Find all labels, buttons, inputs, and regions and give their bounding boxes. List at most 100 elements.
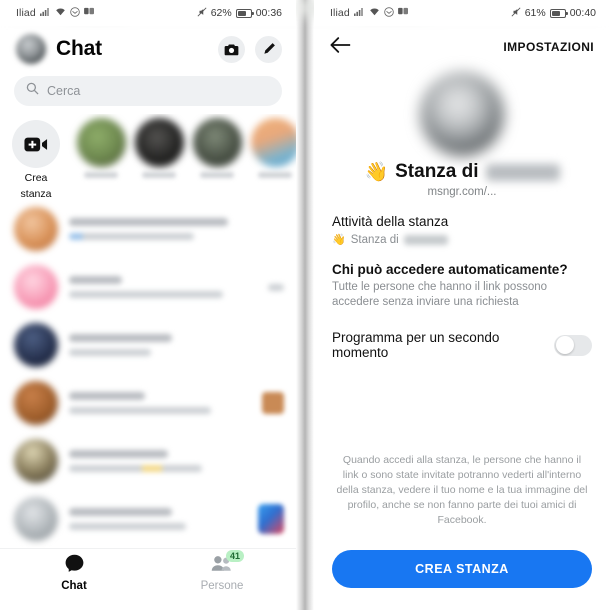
story-item[interactable]: [188, 118, 246, 178]
row-thumbnail: [258, 504, 284, 534]
avatar[interactable]: [16, 34, 46, 64]
right-status-bar: Iliad 61% 00:40: [314, 0, 610, 26]
mute-icon: [511, 7, 521, 20]
chat-header: Chat: [0, 26, 296, 70]
create-room-label-2: stanza: [20, 188, 52, 200]
access-title: Chi può accedere automaticamente?: [332, 262, 568, 277]
video-plus-icon: [12, 120, 60, 168]
create-room-cta-button[interactable]: CREA STANZA: [332, 550, 592, 588]
tab-chat[interactable]: Chat: [0, 554, 148, 592]
room-hero: 👋 Stanza di msngr.com/...: [314, 66, 610, 198]
room-url: msngr.com/...: [427, 186, 497, 198]
row-subtitle-blur: [69, 233, 194, 240]
row-subtitle-blur: [69, 465, 203, 472]
row-meta: [258, 504, 284, 534]
edit-pencil-icon: [262, 42, 276, 56]
story-name-blur: [200, 172, 234, 178]
dual-sim-icon: [83, 7, 95, 19]
table-row[interactable]: [0, 200, 296, 258]
room-host-avatar: [420, 72, 504, 156]
page-title: Chat: [56, 37, 102, 60]
row-subtitle-blur: [69, 291, 224, 298]
right-phone-screen: Iliad 61% 00:40 IMPOSTAZIONI 👋 Stanza di…: [314, 0, 610, 610]
message-icon: [384, 6, 394, 20]
avatar: [14, 265, 58, 309]
battery-percent: 62%: [210, 7, 232, 19]
mute-icon: [197, 7, 207, 20]
create-room-button[interactable]: Crea stanza: [0, 118, 72, 200]
status-left-group: Iliad: [330, 6, 409, 20]
avatar: [14, 381, 58, 425]
chat-list[interactable]: [0, 200, 296, 548]
row-title-blur: [69, 450, 168, 458]
battery-icon: [235, 8, 254, 18]
battery-percent: 61%: [524, 7, 546, 19]
screenshot-divider: [296, 0, 314, 610]
dual-sim-icon: [397, 7, 409, 19]
clock-label: 00:40: [569, 7, 596, 19]
privacy-disclaimer: Quando accedi alla stanza, le persone ch…: [336, 454, 588, 526]
schedule-toggle-switch[interactable]: [554, 334, 592, 356]
tab-people[interactable]: 41 Persone: [148, 549, 296, 592]
stories-row[interactable]: Crea stanza: [0, 114, 296, 200]
row-subtitle-blur: [69, 407, 211, 414]
new-message-button[interactable]: [255, 35, 282, 63]
tab-chat-label: Chat: [61, 579, 87, 592]
signal-icon: [353, 7, 365, 19]
avatar: [14, 323, 58, 367]
story-item[interactable]: [72, 118, 130, 178]
table-row[interactable]: [0, 374, 296, 432]
row-subtitle-blur: [69, 349, 151, 356]
settings-title: IMPOSTAZIONI: [503, 40, 594, 54]
bottom-tab-bar[interactable]: Chat 41 Persone: [0, 548, 296, 596]
avatar: [14, 439, 58, 483]
room-name: 👋 Stanza di: [364, 160, 560, 184]
search-icon: [26, 82, 39, 100]
create-room-cta-label: CREA STANZA: [415, 562, 509, 576]
chat-bubble-icon: [65, 554, 84, 577]
story-avatar-2: [134, 118, 184, 167]
left-phone-screen: Iliad 62% 00:36 Chat Cerca Crea stanza C…: [0, 0, 296, 610]
activity-title: Attività della stanza: [332, 214, 449, 229]
row-subtitle-blur: [69, 523, 187, 530]
row-content: [69, 392, 251, 414]
battery-icon: [549, 8, 568, 18]
clock-label: 00:36: [255, 7, 282, 19]
camera-button[interactable]: [218, 35, 245, 63]
row-meta: [268, 283, 284, 291]
table-row[interactable]: [0, 490, 296, 548]
tab-people-label: Persone: [200, 579, 244, 592]
schedule-toggle-row[interactable]: Programma per un secondo momento: [314, 330, 610, 360]
avatar: [14, 207, 58, 251]
activity-value-row[interactable]: 👋 Stanza di: [332, 233, 592, 246]
row-content: [69, 276, 257, 298]
table-row[interactable]: [0, 432, 296, 490]
row-time-blur: [268, 283, 284, 291]
story-name-blur: [84, 172, 118, 178]
back-arrow-icon: [330, 36, 352, 58]
create-room-label-1: Crea: [24, 172, 48, 184]
message-icon: [70, 6, 80, 20]
story-name-blur: [258, 172, 292, 178]
row-content: [69, 218, 284, 240]
activity-value-blurred: [403, 234, 448, 245]
story-item[interactable]: [130, 118, 188, 178]
row-content: [69, 334, 284, 356]
table-row[interactable]: [0, 258, 296, 316]
back-button[interactable]: [330, 36, 352, 59]
activity-section: Attività della stanza 👋 Stanza di: [314, 214, 610, 246]
story-avatar-3: [192, 118, 242, 167]
story-name-blur: [142, 172, 176, 178]
avatar: [14, 497, 58, 541]
table-row[interactable]: [0, 316, 296, 374]
search-input[interactable]: Cerca: [14, 76, 282, 106]
row-content: [69, 450, 284, 472]
row-title-blur: [69, 508, 173, 516]
row-thumbnail: [262, 392, 284, 414]
bottom-safe-area: [0, 596, 296, 610]
schedule-toggle-label: Programma per un secondo momento: [332, 330, 500, 360]
access-section: Chi può accedere automaticamente? Tutte …: [314, 262, 610, 310]
story-item[interactable]: [246, 118, 296, 178]
signal-icon: [39, 7, 51, 19]
people-badge: 41: [226, 549, 245, 562]
